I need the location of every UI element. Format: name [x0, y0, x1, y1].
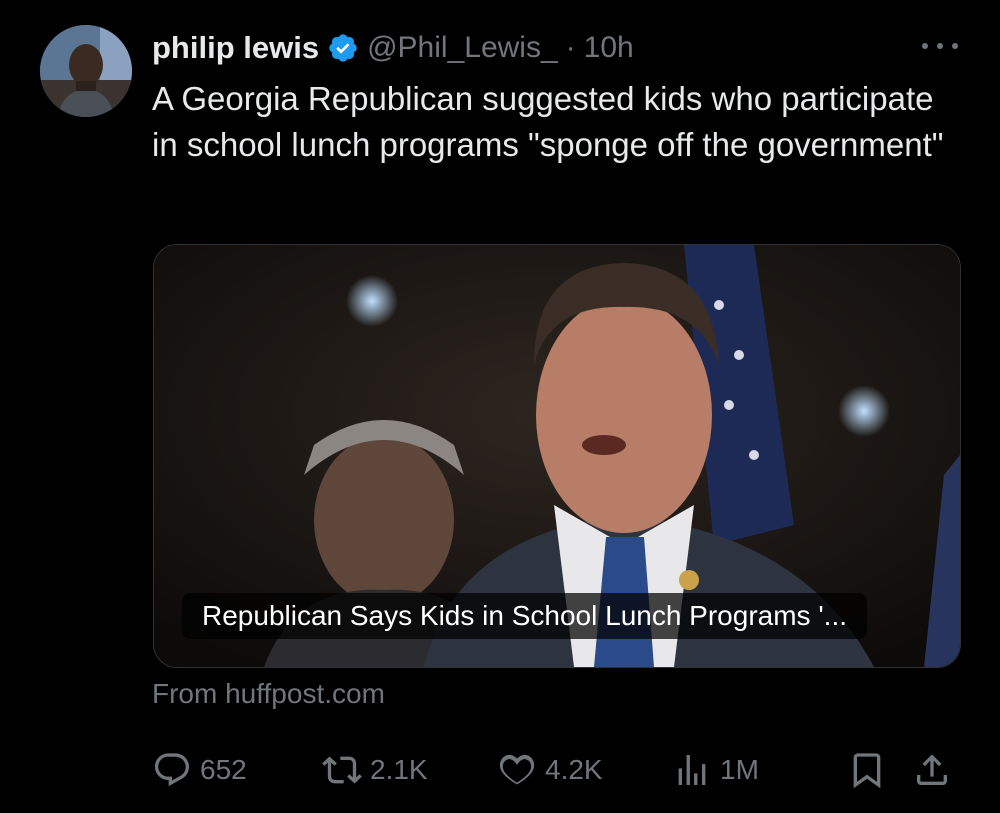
- like-count: 4.2K: [545, 754, 603, 785]
- bookmark-button[interactable]: [847, 745, 887, 795]
- repost-button[interactable]: 2.1K: [322, 745, 428, 795]
- card-title[interactable]: Republican Says Kids in School Lunch Pro…: [182, 593, 868, 639]
- separator-dot: ·: [565, 31, 576, 64]
- display-name[interactable]: philip lewis: [152, 30, 319, 66]
- bookmark-icon: [847, 750, 887, 790]
- repost-icon: [322, 750, 362, 790]
- action-bar: 652 2.1K 4.2K 1M: [152, 745, 960, 795]
- timestamp[interactable]: 10h: [584, 31, 634, 65]
- card-source[interactable]: From huffpost.com: [152, 678, 385, 710]
- reply-button[interactable]: 652: [152, 745, 247, 795]
- share-icon: [912, 750, 952, 790]
- repost-count: 2.1K: [370, 754, 428, 785]
- avatar-image: [40, 25, 132, 117]
- tweet-text: A Georgia Republican suggested kids who …: [152, 80, 944, 163]
- more-icon[interactable]: [922, 36, 958, 56]
- reply-count: 652: [200, 754, 247, 785]
- verified-badge-icon: [327, 32, 359, 64]
- like-icon: [497, 750, 537, 790]
- avatar[interactable]: [40, 25, 132, 117]
- views-button[interactable]: 1M: [672, 745, 759, 795]
- tweet: philip lewis @Phil_Lewis_ · 10h A Georgi…: [0, 0, 1000, 813]
- views-icon: [672, 750, 712, 790]
- user-handle[interactable]: @Phil_Lewis_: [367, 31, 558, 65]
- reply-icon: [152, 750, 192, 790]
- like-button[interactable]: 4.2K: [497, 745, 603, 795]
- link-card[interactable]: Republican Says Kids in School Lunch Pro…: [153, 244, 961, 668]
- views-count: 1M: [720, 754, 759, 785]
- tweet-header: philip lewis @Phil_Lewis_ · 10h: [152, 26, 634, 70]
- share-button[interactable]: [912, 745, 952, 795]
